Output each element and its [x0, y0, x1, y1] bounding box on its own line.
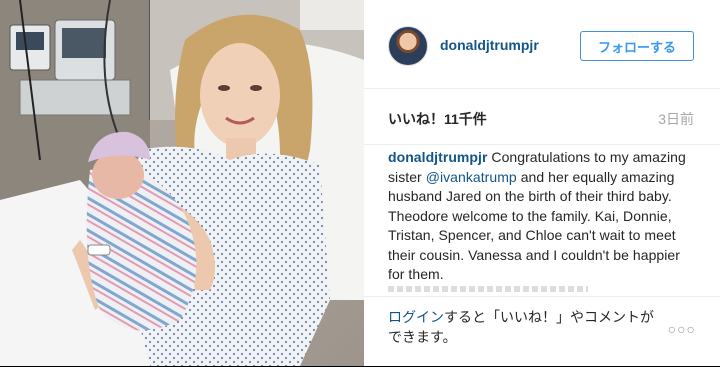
caption-text-post: and her equally amazing husband Jared on…	[388, 168, 680, 283]
more-options-icon[interactable]: ○○○	[668, 321, 696, 337]
post-photo[interactable]	[0, 0, 364, 366]
comment-preview-cutoff	[388, 286, 588, 292]
post-caption: donaldjtrumpjr Congratulations to my ama…	[388, 148, 696, 285]
caption-mention-link[interactable]: @ivankatrump	[426, 169, 517, 185]
login-link[interactable]: ログイン	[388, 309, 444, 325]
post-footer: ログインすると「いいね！」やコメントができます。 ○○○	[364, 296, 720, 367]
login-prompt: ログインすると「いいね！」やコメントができます。	[388, 307, 660, 347]
likes-row: いいね！11千件 3日前	[364, 88, 720, 145]
post-header: donaldjtrumpjr フォローする	[364, 0, 720, 89]
profile-avatar[interactable]	[388, 26, 428, 66]
follow-button[interactable]: フォローする	[580, 31, 694, 61]
post-timestamp[interactable]: 3日前	[658, 109, 694, 129]
photo-illustration	[0, 0, 364, 366]
likes-count[interactable]: いいね！11千件	[388, 109, 487, 129]
instagram-post-embed: donaldjtrumpjr フォローする いいね！11千件 3日前 donal…	[0, 0, 720, 366]
username-link[interactable]: donaldjtrumpjr	[440, 37, 539, 53]
caption-username[interactable]: donaldjtrumpjr	[388, 149, 487, 165]
post-sidebar: donaldjtrumpjr フォローする いいね！11千件 3日前 donal…	[364, 0, 720, 366]
